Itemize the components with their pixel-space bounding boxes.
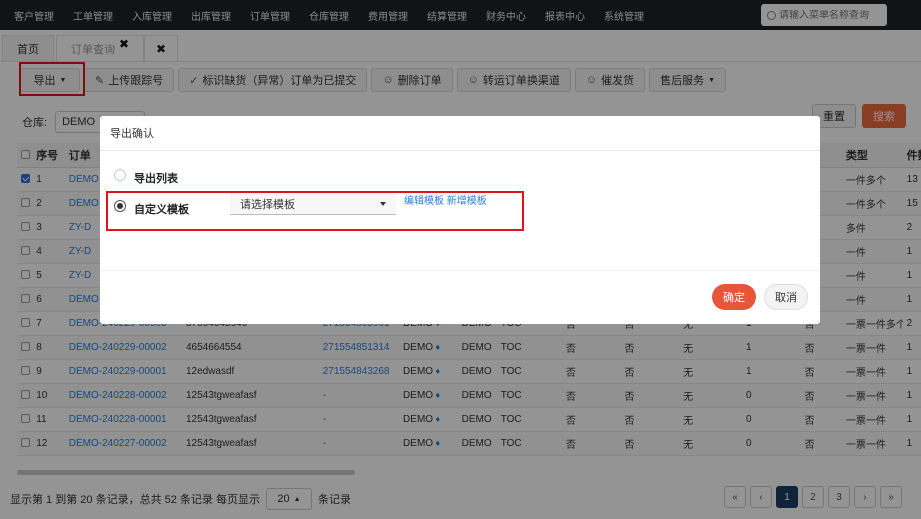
confirm-button[interactable]: 确定 [712, 284, 756, 310]
cancel-button[interactable]: 取消 [764, 284, 808, 310]
divider [100, 270, 820, 271]
custom-template-highlight-box [106, 191, 524, 231]
dialog-title: 导出确认 [110, 128, 154, 140]
export-list-radio[interactable] [114, 169, 126, 181]
divider [100, 150, 820, 151]
export-list-label[interactable]: 导出列表 [134, 170, 178, 186]
